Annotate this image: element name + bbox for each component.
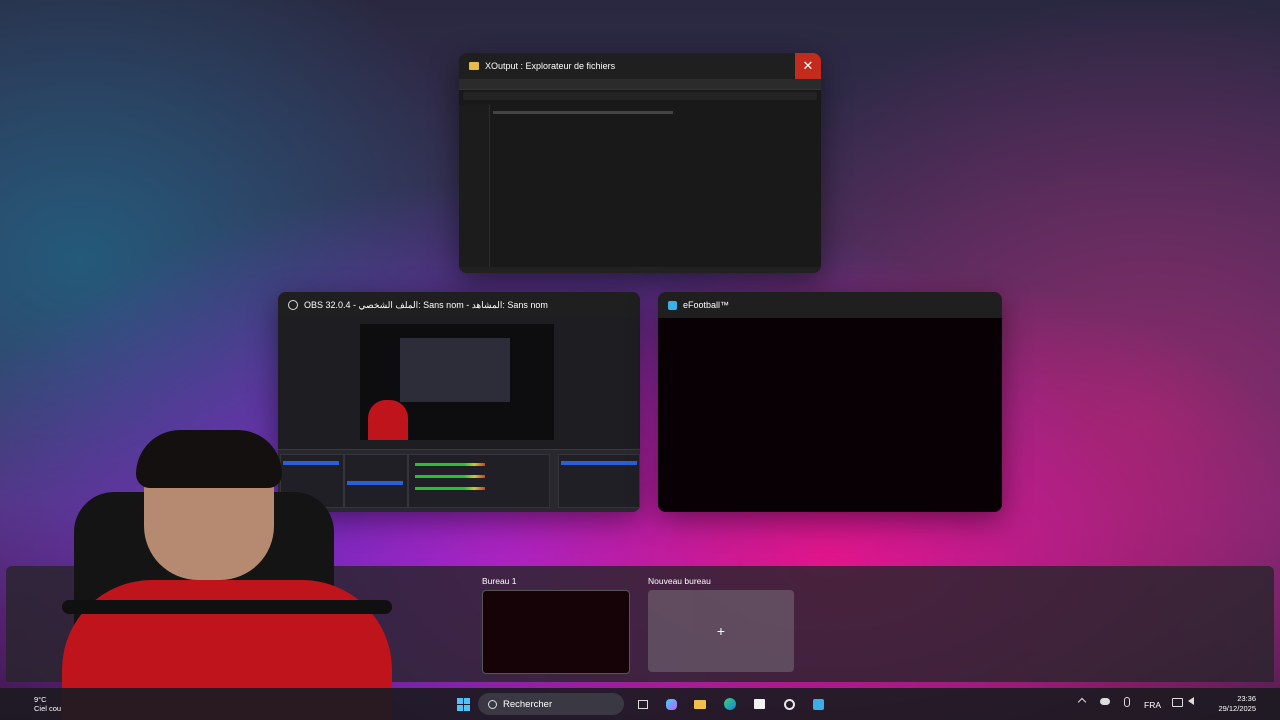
copilot-button[interactable] — [662, 688, 680, 720]
explorer-toolbar — [459, 79, 821, 90]
obs-preview — [360, 324, 554, 440]
desktop-1[interactable]: Bureau 1 — [482, 572, 630, 674]
copilot-icon — [665, 698, 677, 710]
obs-icon — [783, 698, 795, 710]
weather-temp: 9°C — [34, 695, 47, 704]
folder-icon — [694, 699, 706, 709]
taskbar: 9°C Ciel cou — [0, 688, 1280, 720]
clock[interactable]: 23:36 29/12/2025 — [1204, 694, 1256, 714]
edge-button[interactable] — [721, 688, 739, 720]
volume-icon[interactable] — [1188, 697, 1194, 705]
efootball-title: eFootball™ — [683, 300, 730, 310]
language-indicator[interactable]: FRA — [1144, 700, 1161, 710]
clock-date: 29/12/2025 — [1218, 704, 1256, 713]
efootball-title-bar[interactable]: eFootball™ — [658, 292, 1002, 318]
efootball-icon — [812, 698, 824, 710]
store-icon — [753, 699, 765, 709]
desktop-1-label: Bureau 1 — [482, 576, 517, 586]
explorer-thumbnail — [459, 79, 821, 273]
taskview-icon — [638, 699, 648, 709]
show-hidden-icons[interactable] — [1077, 693, 1087, 707]
plus-icon: + — [716, 623, 726, 639]
explorer-sidebar — [459, 105, 490, 267]
folder-icon — [469, 62, 479, 70]
obs-title: OBS 32.0.4 - الملف الشخصي: Sans nom - ال… — [304, 299, 548, 310]
obs-audio-mixer — [408, 454, 550, 508]
search-label: Rechercher — [503, 698, 553, 710]
taskview-button[interactable] — [634, 688, 652, 720]
efootball-window[interactable]: eFootball™ — [658, 292, 1002, 512]
obs-nested-preview — [400, 338, 510, 402]
new-desktop-label: Nouveau bureau — [648, 576, 711, 586]
file-explorer-button[interactable] — [691, 688, 709, 720]
explorer-title-bar[interactable]: XOutput : Explorateur de fichiers — [459, 53, 821, 79]
webcam-overlay — [62, 430, 392, 720]
microphone-icon[interactable] — [1124, 697, 1130, 707]
close-icon: ✕ — [802, 58, 814, 73]
chevron-up-icon — [1077, 697, 1087, 707]
explorer-title: XOutput : Explorateur de fichiers — [485, 61, 616, 71]
edge-icon — [724, 698, 736, 710]
weather-widget[interactable]: 9°C Ciel cou — [10, 688, 70, 720]
efootball-thumbnail — [658, 318, 1002, 512]
obs-controls-dock — [558, 454, 640, 508]
network-icon[interactable] — [1172, 698, 1183, 707]
obs-icon — [288, 300, 298, 310]
efootball-taskbar-button[interactable] — [809, 688, 827, 720]
new-desktop-button[interactable]: + — [648, 590, 794, 672]
explorer-address-bar — [463, 92, 817, 100]
obs-title-bar[interactable]: OBS 32.0.4 - الملف الشخصي: Sans nom - ال… — [278, 292, 640, 318]
search-box[interactable]: Rechercher — [478, 693, 624, 715]
explorer-file-row — [493, 111, 673, 114]
new-desktop[interactable]: Nouveau bureau + — [648, 572, 796, 672]
search-icon — [488, 699, 497, 709]
close-button[interactable]: ✕ — [795, 53, 821, 79]
explorer-status-bar — [459, 267, 821, 273]
obs-taskbar-button[interactable] — [780, 688, 798, 720]
onedrive-icon[interactable] — [1100, 698, 1110, 705]
efootball-icon — [668, 300, 677, 310]
clock-time: 23:36 — [1237, 694, 1256, 703]
store-button[interactable] — [750, 688, 768, 720]
start-button[interactable] — [452, 688, 474, 720]
streamer-hair — [136, 430, 282, 488]
weather-desc: Ciel cou — [34, 704, 62, 713]
desktop-1-thumbnail[interactable] — [482, 590, 630, 674]
explorer-window[interactable]: XOutput : Explorateur de fichiers ✕ — [459, 53, 821, 273]
windows-icon — [456, 697, 470, 711]
